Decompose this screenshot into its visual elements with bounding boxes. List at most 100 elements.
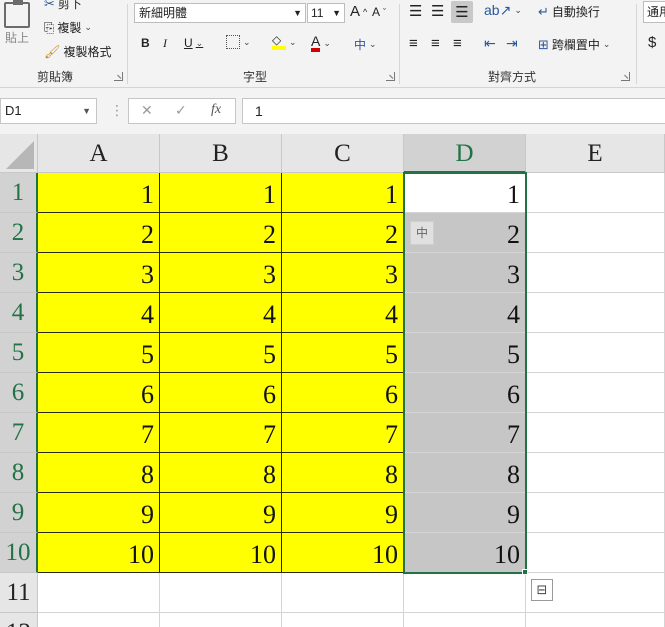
merge-center-button[interactable]: ⊞ 跨欄置中 ⌄: [538, 36, 610, 53]
quick-analysis-icon[interactable]: ⊟: [531, 579, 553, 601]
name-box[interactable]: D1 ▼: [0, 98, 97, 124]
align-center-button[interactable]: ≡: [431, 35, 440, 52]
enter-icon[interactable]: ✓: [175, 102, 187, 119]
italic-button[interactable]: I: [163, 36, 167, 51]
font-name-select[interactable]: 新細明體 ▼: [134, 3, 306, 23]
cell-a4[interactable]: 4: [38, 293, 160, 333]
borders-button[interactable]: ⌄: [226, 35, 251, 49]
cell-a1[interactable]: 1: [38, 173, 160, 213]
row-header-2[interactable]: 2: [0, 213, 38, 253]
paste-button[interactable]: 貼上: [4, 0, 30, 46]
cell-d9[interactable]: 9: [404, 493, 526, 533]
cell-c8[interactable]: 8: [282, 453, 404, 493]
grow-font-button[interactable]: A ^: [350, 3, 367, 20]
row-header-10[interactable]: 10: [0, 533, 38, 573]
cell-d6[interactable]: 6: [404, 373, 526, 413]
cell-d5[interactable]: 5: [404, 333, 526, 373]
orientation-button[interactable]: ab↗ ⌄: [484, 2, 522, 19]
cell-a9[interactable]: 9: [38, 493, 160, 533]
wrap-text-button[interactable]: ↵ 自動換行: [538, 3, 600, 20]
cell-d8[interactable]: 8: [404, 453, 526, 493]
cell-d4[interactable]: 4: [404, 293, 526, 333]
chevron-down-icon[interactable]: ⌄: [369, 39, 377, 50]
cell-c10[interactable]: 10: [282, 533, 404, 573]
cell-c3[interactable]: 3: [282, 253, 404, 293]
cell-c6[interactable]: 6: [282, 373, 404, 413]
copy-button[interactable]: ⎘ 複製 ⌄: [44, 19, 92, 36]
cell-c2[interactable]: 2: [282, 213, 404, 253]
align-middle-button[interactable]: ☰: [431, 2, 444, 20]
insert-function-icon[interactable]: fx: [211, 102, 221, 118]
align-top-button[interactable]: ☰: [409, 2, 422, 20]
column-header-a[interactable]: A: [38, 134, 160, 173]
cell-b11[interactable]: [160, 573, 282, 613]
cell-e8[interactable]: [526, 453, 665, 493]
font-launcher-icon[interactable]: [386, 72, 395, 81]
cell-b6[interactable]: 6: [160, 373, 282, 413]
row-header-12[interactable]: 12: [0, 613, 38, 627]
cell-a5[interactable]: 5: [38, 333, 160, 373]
cell-d3[interactable]: 3: [404, 253, 526, 293]
shrink-font-button[interactable]: Aˇ: [372, 5, 386, 19]
cut-button[interactable]: ✂ 剪下: [44, 0, 82, 12]
font-size-select[interactable]: 11 ▼: [307, 3, 345, 23]
align-right-button[interactable]: ≡: [453, 35, 462, 52]
cell-a12[interactable]: [38, 613, 160, 627]
cell-a11[interactable]: [38, 573, 160, 613]
cell-e7[interactable]: [526, 413, 665, 453]
cell-d7[interactable]: 7: [404, 413, 526, 453]
cell-d11[interactable]: [404, 573, 526, 613]
cell-a7[interactable]: 7: [38, 413, 160, 453]
cell-e5[interactable]: [526, 333, 665, 373]
cell-b12[interactable]: [160, 613, 282, 627]
worksheet-grid[interactable]: ABCDE11111222223333344444555556666677777…: [0, 134, 665, 627]
cell-d10[interactable]: 10: [404, 533, 526, 573]
cell-a10[interactable]: 10: [38, 533, 160, 573]
column-header-b[interactable]: B: [160, 134, 282, 173]
format-painter-button[interactable]: 🖌 複製格式: [44, 43, 112, 60]
cell-b2[interactable]: 2: [160, 213, 282, 253]
row-header-8[interactable]: 8: [0, 453, 38, 493]
increase-indent-button[interactable]: ⇥: [506, 35, 518, 52]
row-header-6[interactable]: 6: [0, 373, 38, 413]
cell-e4[interactable]: [526, 293, 665, 333]
cell-b7[interactable]: 7: [160, 413, 282, 453]
fill-handle[interactable]: [522, 569, 528, 575]
row-header-11[interactable]: 11: [0, 573, 38, 613]
select-all-button[interactable]: [0, 134, 38, 173]
phonetic-guide-button[interactable]: 中 ⌄: [354, 36, 377, 53]
cell-c11[interactable]: [282, 573, 404, 613]
formula-input[interactable]: 1: [242, 98, 665, 124]
underline-button[interactable]: U ⌄: [184, 36, 203, 50]
row-header-9[interactable]: 9: [0, 493, 38, 533]
cell-e9[interactable]: [526, 493, 665, 533]
row-header-3[interactable]: 3: [0, 253, 38, 293]
number-format-select[interactable]: 通用: [643, 1, 665, 23]
cell-e10[interactable]: [526, 533, 665, 573]
cell-c1[interactable]: 1: [282, 173, 404, 213]
more-options-icon[interactable]: ⋮: [110, 100, 124, 120]
cell-c9[interactable]: 9: [282, 493, 404, 533]
cell-b9[interactable]: 9: [160, 493, 282, 533]
chevron-down-icon[interactable]: ▼: [82, 99, 91, 123]
cell-b8[interactable]: 8: [160, 453, 282, 493]
cell-b5[interactable]: 5: [160, 333, 282, 373]
row-header-7[interactable]: 7: [0, 413, 38, 453]
column-header-e[interactable]: E: [526, 134, 665, 173]
chevron-down-icon[interactable]: ⌄: [514, 5, 522, 16]
column-header-c[interactable]: C: [282, 134, 404, 173]
cell-d12[interactable]: [404, 613, 526, 627]
phonetic-chip-icon[interactable]: 中: [410, 221, 434, 245]
bold-button[interactable]: B: [141, 36, 150, 50]
cell-e1[interactable]: [526, 173, 665, 213]
fill-color-button[interactable]: ◇ ⌄: [272, 34, 297, 50]
chevron-down-icon[interactable]: ⌄: [289, 37, 297, 48]
cell-c7[interactable]: 7: [282, 413, 404, 453]
align-left-button[interactable]: ≡: [409, 35, 418, 52]
cell-b3[interactable]: 3: [160, 253, 282, 293]
font-color-button[interactable]: A ⌄: [311, 34, 331, 52]
cell-a2[interactable]: 2: [38, 213, 160, 253]
chevron-down-icon[interactable]: ⌄: [243, 37, 251, 48]
cell-c12[interactable]: [282, 613, 404, 627]
chevron-down-icon[interactable]: ⌄: [196, 38, 204, 49]
